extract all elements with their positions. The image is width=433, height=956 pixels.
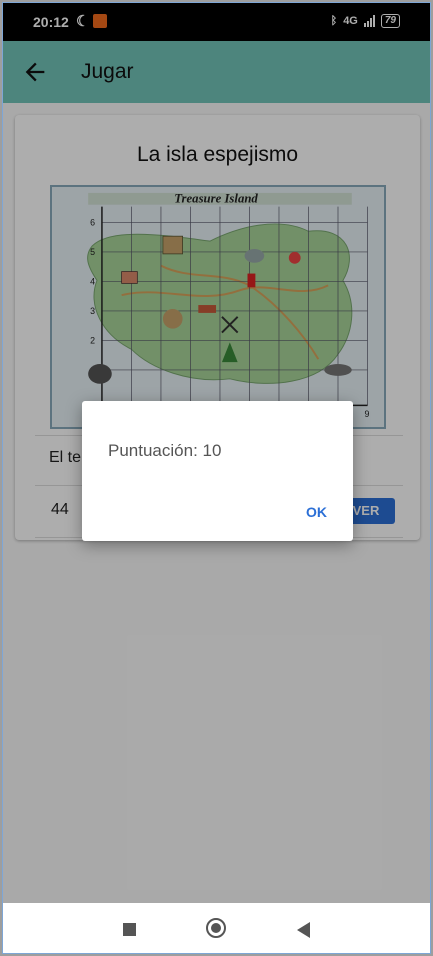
dialog-message: Puntuación: 10 [108,441,222,460]
home-icon[interactable] [206,918,226,938]
back-triangle-icon[interactable] [297,922,310,938]
score-dialog: Puntuación: 10 OK [82,401,353,541]
phone-frame: 20:12 ☾ ᛒ 4G 79 Jugar La isla espejismo … [2,2,431,954]
ok-button[interactable]: OK [306,504,327,520]
recents-icon[interactable] [123,923,136,936]
navigation-bar [3,903,430,953]
